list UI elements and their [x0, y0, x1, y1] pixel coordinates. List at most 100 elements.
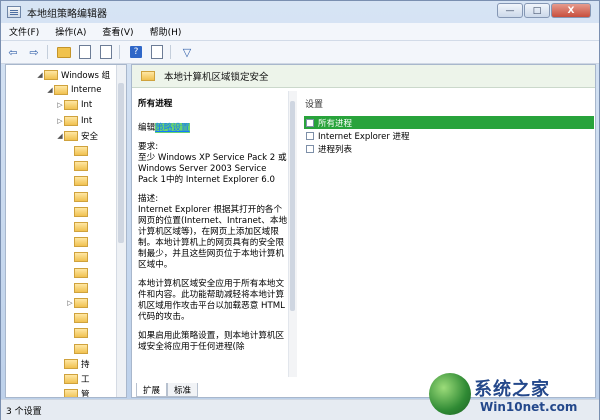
tab-standard[interactable]: 标准 — [167, 383, 199, 397]
folder-icon — [64, 358, 78, 369]
tree-item[interactable]: ◢ Interne — [46, 83, 101, 97]
tree-item[interactable]: ◢ 安全 — [56, 129, 98, 143]
tree-item[interactable] — [66, 311, 91, 325]
tree-item[interactable]: ▷ Int — [56, 98, 92, 112]
settings-list: 设置 所有进程 Internet Explorer 进程 进程列表 — [302, 97, 594, 155]
tree-item[interactable]: ▷ Int — [56, 114, 92, 128]
folder-icon — [74, 313, 88, 324]
category-header: 本地计算机区域锁定安全 — [132, 65, 595, 88]
setting-all-processes[interactable]: 所有进程 — [304, 116, 594, 129]
setting-icon — [306, 118, 314, 127]
folder-icon — [74, 328, 88, 339]
tree-item[interactable] — [66, 266, 91, 280]
menu-help[interactable]: 帮助(H) — [142, 25, 190, 38]
folder-icon — [74, 146, 88, 156]
menu-file[interactable]: 文件(F) — [1, 25, 47, 38]
tab-extended[interactable]: 扩展 — [136, 383, 168, 397]
folder-icon — [64, 374, 78, 384]
folder-up-icon[interactable] — [55, 44, 73, 60]
tree-item[interactable] — [66, 326, 91, 340]
details-pane: 本地计算机区域锁定安全 所有进程 编辑策略设置 要求: 至少 Windows X… — [131, 64, 596, 398]
title-bar[interactable]: 本地组策略编辑器 — □ X — [1, 1, 599, 23]
folder-icon — [44, 70, 58, 80]
expand-toggle-icon[interactable]: ◢ — [56, 132, 64, 140]
expand-toggle-icon[interactable]: ▷ — [66, 299, 74, 307]
view-tabs: 扩展 标准 — [136, 383, 199, 397]
close-button[interactable]: X — [551, 3, 591, 18]
edit-policy-link[interactable]: 策略设置 — [155, 123, 190, 133]
expand-toggle-icon[interactable]: ▷ — [56, 117, 64, 125]
tree-item-label: 持 — [81, 359, 90, 370]
menu-bar: 文件(F) 操作(A) 查看(V) 帮助(H) — [1, 23, 599, 41]
folder-icon — [74, 176, 88, 187]
tree-item[interactable]: 管 — [56, 387, 90, 398]
tree-item[interactable]: ▷ — [66, 296, 91, 310]
help-icon[interactable]: ? — [127, 44, 145, 60]
setting-icon — [306, 144, 314, 153]
menu-view[interactable]: 查看(V) — [94, 25, 141, 38]
folder-icon — [74, 191, 88, 202]
settings-column-header[interactable]: 设置 — [305, 97, 594, 110]
folder-icon — [64, 130, 78, 141]
folder-icon — [64, 115, 78, 126]
folder-icon — [74, 237, 88, 248]
folder-icon — [54, 85, 68, 96]
group-policy-window: 本地组策略编辑器 — □ X 文件(F) 操作(A) 查看(V) 帮助(H) ⇦… — [0, 0, 600, 420]
menu-action[interactable]: 操作(A) — [47, 25, 94, 38]
tree-item[interactable] — [66, 342, 91, 356]
setting-label: 进程列表 — [318, 144, 353, 155]
forward-arrow-icon[interactable]: ⇨ — [25, 44, 43, 60]
tree-item[interactable] — [66, 250, 91, 264]
folder-icon — [74, 298, 88, 308]
expand-toggle-icon[interactable]: ◢ — [36, 71, 44, 79]
back-arrow-icon[interactable]: ⇦ — [4, 44, 22, 60]
maximize-button[interactable]: □ — [524, 3, 550, 18]
selected-setting-title: 所有进程 — [138, 99, 173, 109]
tree-item[interactable] — [66, 190, 91, 204]
description-scrollbar[interactable] — [288, 91, 297, 377]
tree-item[interactable]: 持 — [56, 357, 90, 371]
export-icon[interactable] — [97, 44, 115, 60]
requirements-text: 要求: 至少 Windows XP Service Pack 2 或 Windo… — [138, 142, 287, 185]
tree-item[interactable] — [66, 144, 91, 158]
tree-item[interactable] — [66, 281, 91, 295]
minimize-button[interactable]: — — [497, 3, 523, 18]
status-bar: 3 个设置 — [1, 399, 599, 420]
category-title: 本地计算机区域锁定安全 — [164, 72, 269, 83]
folder-icon — [74, 222, 88, 232]
folder-icon — [74, 252, 88, 263]
tree-item[interactable] — [66, 235, 91, 249]
tree-item-label: Windows 组 — [61, 71, 111, 81]
toolbar: ⇦ ⇨ ? ▽ — [1, 41, 599, 64]
expand-toggle-icon[interactable]: ◢ — [46, 86, 54, 94]
policy-editor-icon — [7, 6, 21, 18]
properties-icon[interactable] — [148, 44, 166, 60]
description-panel: 所有进程 编辑策略设置 要求: 至少 Windows XP Service Pa… — [138, 99, 288, 361]
paragraph-3: 如果启用此策略设置，则本地计算机区域安全将应用于任何进程(除 — [138, 331, 285, 352]
tree-item[interactable]: 工 — [56, 372, 90, 386]
tree-item-label: Int — [81, 100, 93, 111]
status-text: 3 个设置 — [6, 406, 42, 417]
edit-prefix: 编辑 — [138, 123, 156, 133]
setting-icon — [306, 131, 314, 140]
setting-process-list[interactable]: 进程列表 — [304, 142, 594, 155]
folder-icon — [64, 100, 78, 111]
tree-item[interactable] — [66, 174, 91, 188]
show-tree-icon[interactable] — [76, 44, 94, 60]
expand-toggle-icon[interactable]: ▷ — [56, 101, 64, 109]
tree-item-label: 安全 — [81, 131, 99, 142]
tree-item[interactable] — [66, 205, 91, 219]
toolbar-separator — [47, 45, 48, 59]
paragraph-2: 本地计算机区域安全应用于所有本地文件和内容。此功能帮助减轻将本地计算机区域用作攻… — [138, 279, 285, 322]
edit-line: 编辑策略设置 — [138, 123, 288, 134]
tree-item-label: 管 — [81, 390, 90, 398]
tree-scrollbar[interactable] — [116, 65, 126, 397]
setting-ie-processes[interactable]: Internet Explorer 进程 — [304, 129, 594, 142]
filter-icon[interactable]: ▽ — [178, 44, 196, 60]
folder-icon — [74, 161, 88, 172]
tree-item[interactable]: ◢ Windows 组 — [36, 68, 110, 82]
tree-item[interactable] — [66, 159, 91, 173]
tree-item[interactable] — [66, 220, 91, 234]
toolbar-separator — [119, 45, 120, 59]
folder-icon — [74, 267, 88, 278]
